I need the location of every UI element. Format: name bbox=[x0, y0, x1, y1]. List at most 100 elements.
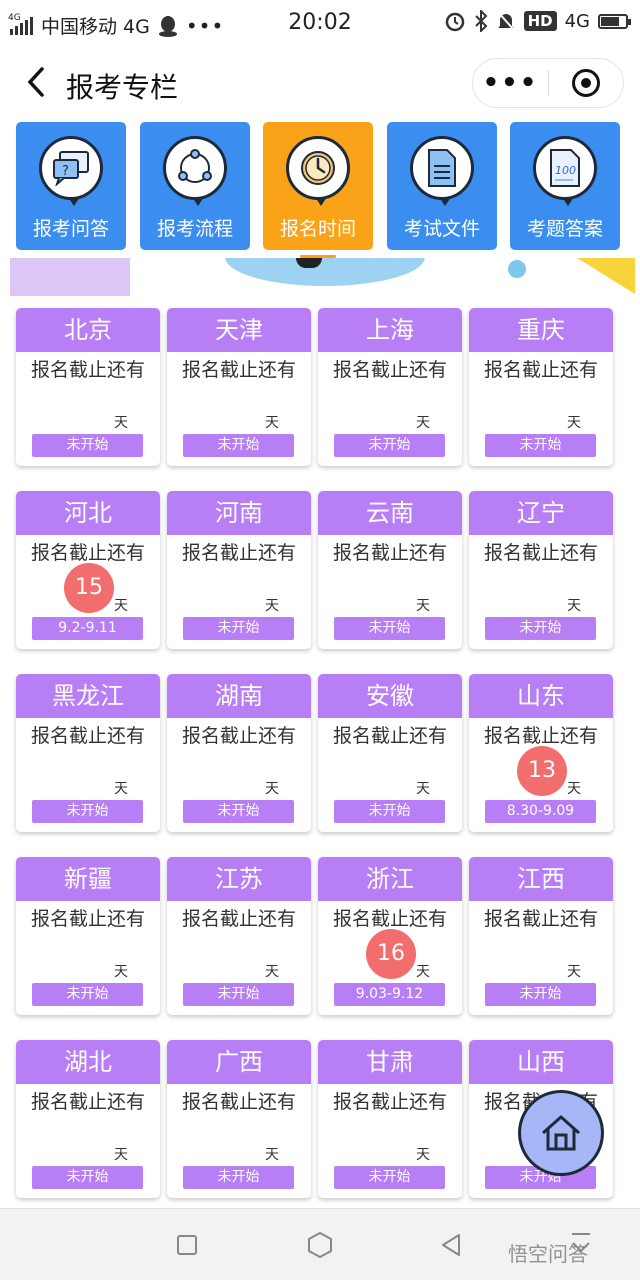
alarm-icon bbox=[445, 12, 464, 32]
tab-kaoti-daan[interactable]: 100 考题答案 bbox=[510, 122, 620, 250]
province-card[interactable]: 甘肃 报名截止还有天未开始 bbox=[318, 1040, 462, 1198]
status-badge: 未开始 bbox=[334, 617, 445, 640]
province-name: 北京 bbox=[16, 308, 160, 352]
svg-text:?: ? bbox=[62, 164, 69, 179]
status-badge: 未开始 bbox=[334, 434, 445, 457]
day-unit: 天 bbox=[567, 964, 581, 980]
deadline-label: 报名截止还有 bbox=[332, 725, 447, 747]
close-miniprogram-button[interactable] bbox=[549, 69, 623, 97]
province-name: 甘肃 bbox=[318, 1040, 462, 1084]
day-unit: 天 bbox=[567, 415, 581, 431]
document-icon bbox=[410, 136, 474, 206]
status-badge: 8.30-9.09 bbox=[485, 800, 596, 823]
province-name: 江西 bbox=[469, 857, 613, 901]
day-unit: 天 bbox=[114, 964, 128, 980]
svg-text:100: 100 bbox=[555, 164, 576, 177]
deadline-label: 报名截止还有 bbox=[181, 725, 296, 747]
banner-image bbox=[0, 258, 640, 296]
tab-kaoshi-wenjian[interactable]: 考试文件 bbox=[387, 122, 497, 250]
province-card[interactable]: 安徽 报名截止还有天未开始 bbox=[318, 674, 462, 832]
answer-sheet-icon: 100 bbox=[533, 136, 597, 206]
tab-label: 考题答案 bbox=[526, 218, 603, 240]
status-badge: 未开始 bbox=[32, 434, 143, 457]
province-card[interactable]: 上海 报名截止还有天未开始 bbox=[318, 308, 462, 466]
miniprogram-capsule: ••• bbox=[472, 58, 624, 108]
deadline-label: 报名截止还有 bbox=[483, 908, 598, 930]
status-badge: 未开始 bbox=[32, 800, 143, 823]
nav-bar: 报考专栏 ••• bbox=[0, 46, 640, 118]
deadline-label: 报名截止还有 bbox=[30, 359, 145, 381]
province-card[interactable]: 北京报名截止还有天未开始 bbox=[16, 308, 160, 466]
deadline-label: 报名截止还有 bbox=[181, 542, 296, 564]
back-button[interactable] bbox=[20, 64, 52, 100]
back-nav-button[interactable] bbox=[440, 1233, 462, 1257]
province-card[interactable]: 江西 报名截止还有天未开始 bbox=[469, 857, 613, 1015]
banner-shape bbox=[545, 258, 635, 294]
status-badge: 未开始 bbox=[183, 1166, 294, 1189]
deadline-label: 报名截止还有 bbox=[483, 725, 598, 747]
province-card[interactable]: 江苏 报名截止还有天未开始 bbox=[167, 857, 311, 1015]
province-card[interactable]: 云南 报名截止还有天未开始 bbox=[318, 491, 462, 649]
day-unit: 天 bbox=[265, 964, 279, 980]
province-card[interactable]: 河南 报名截止还有天未开始 bbox=[167, 491, 311, 649]
tab-label: 报考流程 bbox=[156, 218, 233, 240]
province-card[interactable]: 浙江 报名截止还有 16 天 9.03-9.12 bbox=[318, 857, 462, 1015]
chat-question-icon: ? bbox=[39, 136, 103, 206]
day-unit: 天 bbox=[265, 781, 279, 797]
status-badge: 未开始 bbox=[485, 617, 596, 640]
province-card[interactable]: 山东 报名截止还有 13 天 8.30-9.09 bbox=[469, 674, 613, 832]
deadline-label: 报名截止还有 bbox=[30, 908, 145, 930]
province-card[interactable]: 天津 报名截止还有天未开始 bbox=[167, 308, 311, 466]
province-card[interactable]: 新疆 报名截止还有天未开始 bbox=[16, 857, 160, 1015]
category-tabs: ? 报考问答 报考流程 报名时间 考试文件 100 考题答案 bbox=[0, 118, 640, 258]
home-floating-button[interactable] bbox=[518, 1090, 604, 1176]
days-remaining-count: 16 bbox=[366, 929, 416, 979]
deadline-label: 报名截止还有 bbox=[30, 542, 145, 564]
clock-icon bbox=[286, 136, 350, 206]
day-unit: 天 bbox=[114, 781, 128, 797]
network-label: 4G bbox=[564, 10, 590, 32]
province-name: 辽宁 bbox=[469, 491, 613, 535]
status-badge: 未开始 bbox=[183, 800, 294, 823]
day-unit: 天 bbox=[416, 964, 430, 980]
province-name: 河北 bbox=[16, 491, 160, 535]
more-button[interactable]: ••• bbox=[473, 68, 548, 98]
bluetooth-icon bbox=[474, 10, 487, 32]
province-card[interactable]: 黑龙江 报名截止还有天未开始 bbox=[16, 674, 160, 832]
mute-bell-icon bbox=[496, 11, 515, 31]
day-unit: 天 bbox=[114, 1147, 128, 1163]
province-card[interactable]: 辽宁 报名截止还有天未开始 bbox=[469, 491, 613, 649]
deadline-label: 报名截止还有 bbox=[181, 908, 296, 930]
home-button[interactable] bbox=[307, 1231, 333, 1259]
day-unit: 天 bbox=[416, 415, 430, 431]
status-badge: 9.2-9.11 bbox=[32, 617, 143, 640]
day-unit: 天 bbox=[416, 598, 430, 614]
status-badge: 未开始 bbox=[334, 1166, 445, 1189]
province-name: 江苏 bbox=[167, 857, 311, 901]
home-icon bbox=[542, 1115, 580, 1151]
status-bar: 4G 中国移动 4G ••• 20:02 HD 4G bbox=[0, 0, 640, 46]
status-badge: 未开始 bbox=[32, 1166, 143, 1189]
recents-button[interactable] bbox=[177, 1235, 197, 1255]
battery-icon bbox=[598, 13, 631, 29]
status-badge: 未开始 bbox=[32, 983, 143, 1006]
province-name: 河南 bbox=[167, 491, 311, 535]
province-name: 天津 bbox=[167, 308, 311, 352]
tab-baoming-shijian[interactable]: 报名时间 bbox=[263, 122, 373, 258]
province-name: 山东 bbox=[469, 674, 613, 718]
province-card[interactable]: 湖北 报名截止还有天未开始 bbox=[16, 1040, 160, 1198]
status-badge: 9.03-9.12 bbox=[334, 983, 445, 1006]
province-card[interactable]: 广西 报名截止还有天未开始 bbox=[167, 1040, 311, 1198]
province-card[interactable]: 重庆 报名截止还有天未开始 bbox=[469, 308, 613, 466]
deadline-label: 报名截止还有 bbox=[332, 542, 447, 564]
day-unit: 天 bbox=[265, 415, 279, 431]
province-card[interactable]: 河北 报名截止还有 15 天 9.2-9.11 bbox=[16, 491, 160, 649]
deadline-label: 报名截止还有 bbox=[332, 908, 447, 930]
tab-baokao-wenda[interactable]: ? 报考问答 bbox=[16, 122, 126, 250]
tab-baokao-liucheng[interactable]: 报考流程 bbox=[140, 122, 250, 250]
deadline-label: 报名截止还有 bbox=[30, 1091, 145, 1113]
share-flow-icon bbox=[163, 136, 227, 206]
province-card[interactable]: 湖南 报名截止还有天未开始 bbox=[167, 674, 311, 832]
deadline-label: 报名截止还有 bbox=[483, 542, 598, 564]
day-unit: 天 bbox=[114, 415, 128, 431]
